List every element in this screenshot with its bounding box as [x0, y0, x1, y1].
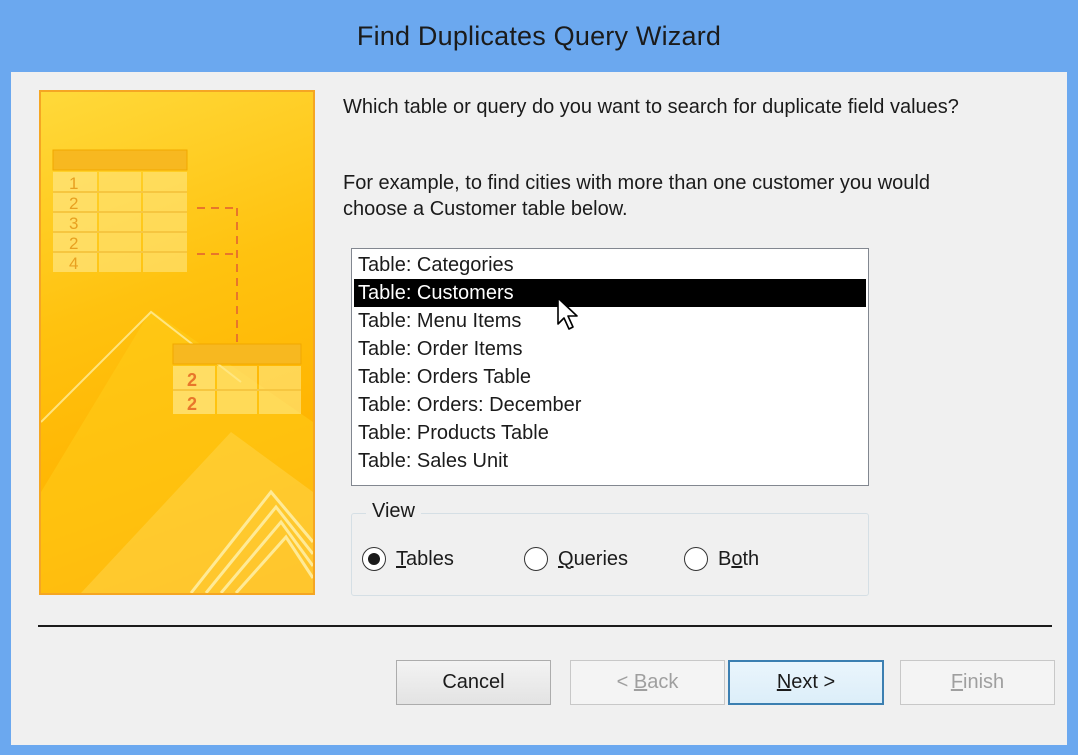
example-line-1: For example, to find cities with more th…: [343, 172, 930, 194]
radio-tables[interactable]: Tables: [362, 547, 454, 571]
radio-queries[interactable]: Queries: [524, 547, 628, 571]
list-item[interactable]: Table: Categories: [354, 251, 866, 279]
wizard-body: 1 2 3 2 4 2 2 Which table or query do yo…: [11, 72, 1067, 745]
radio-tables-label: Tables: [396, 547, 454, 570]
mouse-pointer-icon: [557, 297, 578, 330]
duplicate-tables-graphic: 1 2 3 2 4 2 2: [41, 149, 313, 593]
list-item[interactable]: Table: Order Items: [354, 335, 866, 363]
table-listbox[interactable]: Table: Categories Table: Customers Table…: [351, 248, 869, 486]
duplicate-connector: [197, 207, 238, 344]
view-group: View Tables Queries Both: [351, 500, 869, 596]
list-item[interactable]: Table: Orders Table: [354, 363, 866, 391]
row-number-5: 4: [69, 254, 78, 273]
radio-button-icon[interactable]: [524, 547, 548, 571]
radio-both[interactable]: Both: [684, 547, 759, 571]
row-number-2: 2: [69, 194, 78, 213]
finish-button[interactable]: Finish: [900, 660, 1055, 705]
row-number-3: 3: [69, 214, 78, 233]
cancel-button[interactable]: Cancel: [396, 660, 551, 705]
list-item[interactable]: Table: Orders: December: [354, 391, 866, 419]
back-button[interactable]: < Back: [570, 660, 725, 705]
duplicate-number-2: 2: [187, 394, 197, 414]
list-item[interactable]: Table: Products Table: [354, 419, 866, 447]
title-bar[interactable]: Find Duplicates Query Wizard: [0, 0, 1078, 76]
row-number-1: 1: [69, 174, 78, 193]
list-item-selected[interactable]: Table: Customers: [354, 279, 866, 307]
radio-queries-label: Queries: [558, 547, 629, 570]
list-item[interactable]: Table: Menu Items: [354, 307, 866, 335]
window-title: Find Duplicates Query Wizard: [356, 20, 722, 51]
wizard-example-text: For example, to find cities with more th…: [343, 170, 1023, 222]
radio-both-label: Both: [718, 547, 760, 570]
example-line-2: choose a Customer table below.: [343, 198, 628, 220]
wizard-question: Which table or query do you want to sear…: [343, 96, 959, 118]
list-item[interactable]: Table: Sales Unit: [354, 447, 866, 475]
radio-button-checked-icon[interactable]: [362, 547, 386, 571]
view-group-legend: View: [366, 500, 421, 523]
wizard-illustration: 1 2 3 2 4 2 2: [39, 90, 315, 595]
wizard-window: Find Duplicates Query Wizard 1 2 3 2 4 2…: [0, 0, 1078, 755]
row-number-4: 2: [69, 234, 78, 253]
next-button[interactable]: Next >: [728, 660, 884, 705]
radio-button-icon[interactable]: [684, 547, 708, 571]
duplicate-number-1: 2: [187, 370, 197, 390]
button-separator: [38, 625, 1052, 627]
